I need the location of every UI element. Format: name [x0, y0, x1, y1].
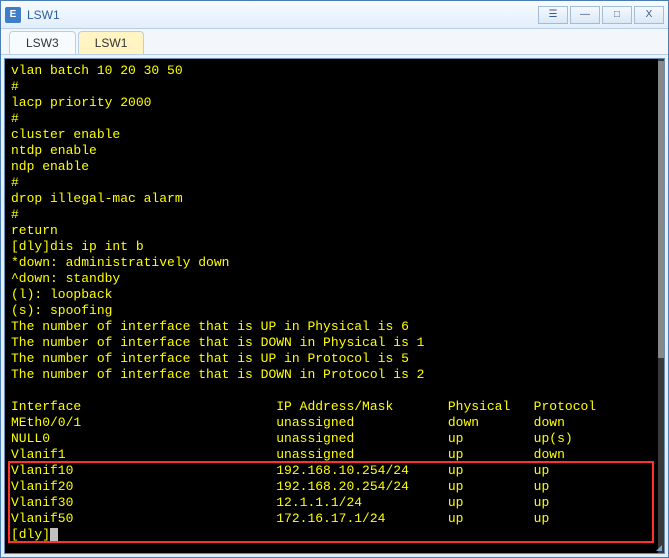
terminal-line: The number of interface that is DOWN in …	[11, 367, 424, 382]
window-title: LSW1	[27, 8, 536, 22]
terminal-line: ^down: standby	[11, 271, 120, 286]
app-icon-letter: E	[10, 9, 17, 20]
minimize-button[interactable]: —	[570, 6, 600, 24]
terminal-line: The number of interface that is DOWN in …	[11, 335, 424, 350]
terminal-line: (l): loopback	[11, 287, 112, 302]
terminal-line: lacp priority 2000	[11, 95, 151, 110]
terminal-line: #	[11, 207, 19, 222]
scrollbar-vertical[interactable]	[658, 59, 664, 553]
maximize-button[interactable]: □	[602, 6, 632, 24]
terminal-line: #	[11, 175, 19, 190]
cursor-icon	[50, 528, 58, 542]
resize-grip-icon[interactable]	[656, 545, 662, 551]
terminal-line: The number of interface that is UP in Pr…	[11, 351, 409, 366]
terminal-line: ndp enable	[11, 159, 89, 174]
terminal-line: *down: administratively down	[11, 255, 229, 270]
terminal-line: cluster enable	[11, 127, 120, 142]
app-window: E LSW1 ☰ — □ X LSW3 LSW1 vlan batch 10 2…	[0, 0, 669, 558]
scrollbar-thumb[interactable]	[658, 61, 664, 357]
terminal-output[interactable]: vlan batch 10 20 30 50 # lacp priority 2…	[4, 58, 665, 554]
tab-lsw1[interactable]: LSW1	[78, 31, 145, 54]
tab-lsw3[interactable]: LSW3	[9, 31, 76, 54]
terminal-line: drop illegal-mac alarm	[11, 191, 183, 206]
interface-table: Interface IP Address/Mask Physical Proto…	[11, 399, 596, 526]
terminal-prompt: [dly]	[11, 527, 50, 542]
terminal-line: #	[11, 79, 19, 94]
terminal-line: (s): spoofing	[11, 303, 112, 318]
terminal-line: #	[11, 111, 19, 126]
close-button[interactable]: X	[634, 6, 664, 24]
terminal-line: vlan batch 10 20 30 50	[11, 63, 183, 78]
app-icon: E	[5, 7, 21, 23]
terminal-line: The number of interface that is UP in Ph…	[11, 319, 409, 334]
terminal-line: [dly]dis ip int b	[11, 239, 144, 254]
tab-bar: LSW3 LSW1	[1, 29, 668, 55]
terminal-line: return	[11, 223, 58, 238]
menu-button[interactable]: ☰	[538, 6, 568, 24]
terminal-line: ntdp enable	[11, 143, 97, 158]
window-controls: ☰ — □ X	[536, 6, 664, 24]
title-bar: E LSW1 ☰ — □ X	[1, 1, 668, 29]
